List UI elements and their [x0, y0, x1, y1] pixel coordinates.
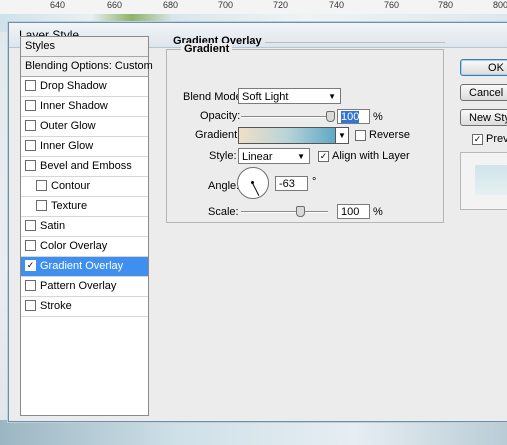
styles-item-label: Inner Glow: [40, 140, 94, 152]
blend-mode-select[interactable]: Soft Light ▼: [238, 88, 341, 104]
canvas-image: [0, 420, 507, 445]
gradient-swatch[interactable]: [238, 127, 336, 144]
checkbox-checked[interactable]: ✓: [25, 259, 36, 271]
styles-item-bevel-emboss[interactable]: Bevel and Emboss: [21, 157, 148, 177]
checkbox[interactable]: [25, 279, 36, 291]
styles-list-header[interactable]: Styles: [21, 37, 148, 57]
percent-sign: %: [373, 206, 383, 218]
angle-dial[interactable]: [237, 167, 269, 199]
styles-item-contour[interactable]: Contour: [21, 177, 148, 197]
style-label: Style:: [209, 150, 237, 162]
styles-item-gradient-overlay[interactable]: ✓ Gradient Overlay: [21, 257, 148, 277]
preview-swatch: [475, 165, 507, 195]
reverse-label: Reverse: [369, 129, 410, 141]
ruler-label: 760: [384, 0, 400, 10]
styles-item-label: Color Overlay: [40, 240, 108, 252]
styles-item-label: Texture: [51, 200, 88, 212]
scale-label: Scale:: [208, 206, 239, 218]
angle-needle: [252, 183, 260, 196]
styles-item-outer-glow[interactable]: Outer Glow: [21, 117, 148, 137]
opacity-slider-track[interactable]: [241, 116, 330, 118]
checkbox[interactable]: [25, 139, 36, 151]
styles-item-label: Contour: [51, 180, 91, 192]
divider: [265, 42, 445, 43]
style-select[interactable]: Linear ▼: [238, 148, 310, 164]
opacity-label: Opacity:: [200, 110, 241, 122]
dropdown-arrow-icon: ▼: [328, 92, 336, 101]
checkbox[interactable]: [25, 239, 36, 251]
new-style-button-label: New Style...: [469, 112, 507, 124]
degree-sign: °: [312, 176, 317, 188]
percent-sign: %: [373, 111, 383, 123]
preview-checkbox[interactable]: ✓: [472, 134, 483, 145]
dropdown-arrow-icon: ▼: [297, 152, 305, 161]
checkbox[interactable]: [25, 299, 36, 311]
angle-hub: [251, 181, 254, 184]
scale-slider-thumb[interactable]: [296, 206, 306, 217]
ruler-label: 700: [218, 0, 234, 10]
checkbox[interactable]: [36, 199, 47, 211]
styles-item-label: Blending Options: Custom: [25, 60, 153, 72]
checkbox[interactable]: [25, 119, 36, 131]
styles-item-stroke[interactable]: Stroke: [21, 297, 148, 317]
styles-item-label: Drop Shadow: [40, 80, 107, 92]
ruler-label: 660: [107, 0, 123, 10]
ruler-label: 800: [493, 0, 507, 10]
opacity-value: 100: [341, 111, 360, 123]
styles-item-inner-glow[interactable]: Inner Glow: [21, 137, 148, 157]
styles-item-label: Outer Glow: [40, 120, 96, 132]
styles-item-label: Stroke: [40, 300, 72, 312]
styles-item-inner-shadow[interactable]: Inner Shadow: [21, 97, 148, 117]
styles-item-texture[interactable]: Texture: [21, 197, 148, 217]
styles-item-color-overlay[interactable]: Color Overlay: [21, 237, 148, 257]
checkbox[interactable]: [25, 99, 36, 111]
align-with-layer-label: Align with Layer: [332, 150, 410, 162]
styles-item-label: Bevel and Emboss: [40, 160, 132, 172]
styles-item-label: Inner Shadow: [40, 100, 108, 112]
ok-button-label: OK: [488, 62, 504, 74]
styles-item-satin[interactable]: Satin: [21, 217, 148, 237]
blend-mode-label: Blend Mode:: [183, 91, 245, 103]
styles-item-pattern-overlay[interactable]: Pattern Overlay: [21, 277, 148, 297]
styles-item-label: Satin: [40, 220, 66, 232]
ruler-label: 720: [273, 0, 289, 10]
scale-slider-track[interactable]: [241, 211, 328, 213]
opacity-slider-thumb[interactable]: [326, 111, 335, 122]
ruler-label: 640: [50, 0, 66, 10]
angle-value: -63: [279, 178, 295, 190]
cancel-button[interactable]: Cancel: [460, 84, 507, 101]
blending-options-item[interactable]: Blending Options: Custom: [21, 57, 153, 77]
style-value: Linear: [242, 151, 273, 163]
checkbox[interactable]: [25, 219, 36, 231]
ruler-label: 680: [163, 0, 179, 10]
angle-input[interactable]: -63: [275, 176, 308, 191]
scale-value: 100: [341, 206, 360, 218]
gradient-picker-arrow-icon[interactable]: ▼: [335, 127, 349, 144]
styles-item-drop-shadow[interactable]: Drop Shadow: [21, 77, 148, 97]
align-with-layer-checkbox[interactable]: ✓: [318, 151, 329, 162]
reverse-checkbox[interactable]: [355, 130, 366, 141]
angle-label: Angle:: [208, 180, 240, 192]
gradient-label: Gradient:: [195, 129, 241, 141]
scale-input[interactable]: 100: [337, 204, 370, 219]
horizontal-ruler: 640 660 680 700 720 740 760 780 800: [0, 0, 507, 15]
preview-label: Preview: [486, 133, 507, 145]
section-title: Gradient: [181, 43, 233, 55]
preview-thumbnail: [460, 152, 507, 210]
styles-item-label: Gradient Overlay: [40, 260, 124, 272]
opacity-input[interactable]: 100: [337, 109, 370, 124]
ruler-label: 740: [329, 0, 345, 10]
checkbox[interactable]: [25, 79, 36, 91]
ruler-label: 780: [438, 0, 454, 10]
new-style-button[interactable]: New Style...: [460, 109, 507, 126]
checkbox[interactable]: [25, 159, 36, 171]
cancel-button-label: Cancel: [469, 87, 504, 99]
styles-item-label: Pattern Overlay: [40, 280, 117, 292]
ok-button[interactable]: OK: [460, 59, 507, 76]
blend-mode-value: Soft Light: [242, 91, 289, 103]
styles-list: Styles Blending Options: Custom Drop Sha…: [20, 36, 153, 416]
styles-item-label: Styles: [25, 40, 55, 52]
checkbox[interactable]: [36, 179, 47, 191]
